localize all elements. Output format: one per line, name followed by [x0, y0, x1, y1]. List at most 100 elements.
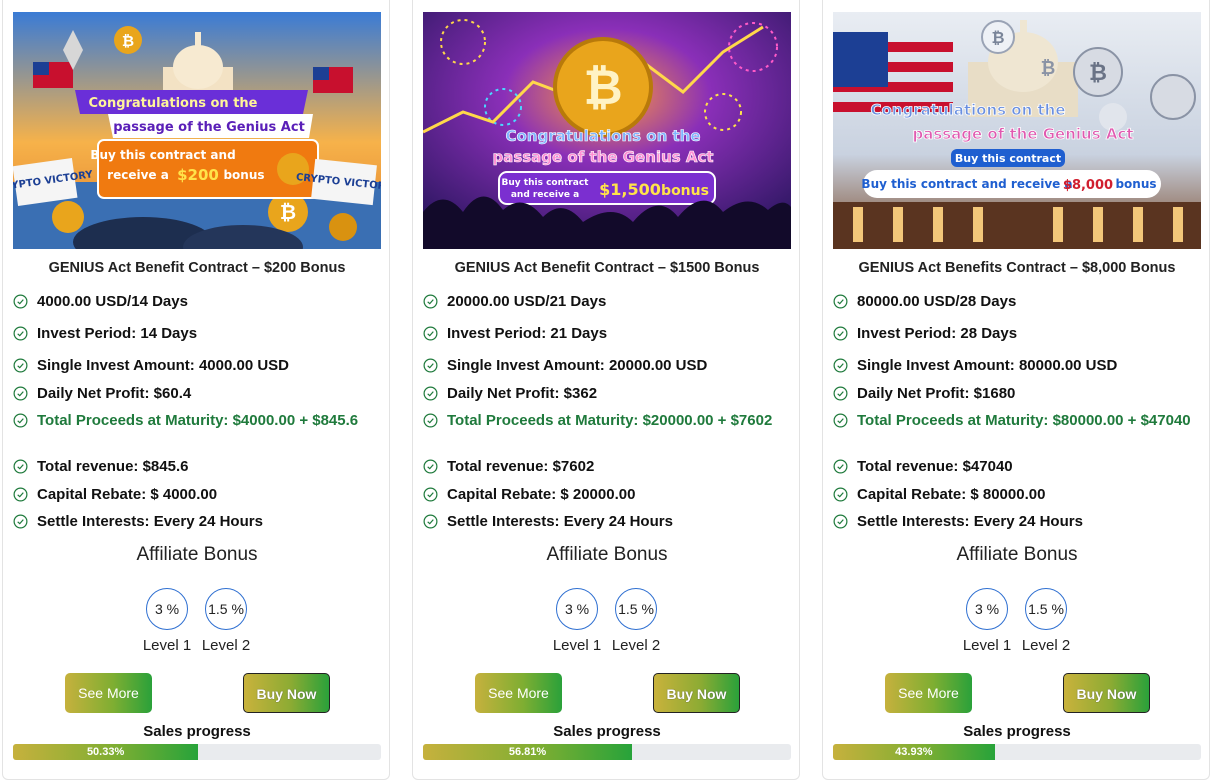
- banner-offer-line1: Buy this contract and: [90, 148, 235, 162]
- buy-now-button[interactable]: Buy Now: [1063, 673, 1150, 713]
- see-more-button[interactable]: See More: [65, 673, 152, 713]
- contract-card: ₿ ₿ Congratulations on the passage of th…: [2, 0, 390, 780]
- feature-item: Total revenue: $845.6: [13, 457, 373, 476]
- banner-offer-line2: and receive a: [511, 190, 579, 200]
- sales-progress-fill: 43.93%: [833, 744, 995, 760]
- svg-text:₿: ₿: [122, 32, 134, 50]
- svg-text:₿: ₿: [280, 200, 296, 224]
- feature-item: Total revenue: $47040: [833, 457, 1193, 476]
- banner-headline-line1: Congratulations on the: [505, 127, 700, 145]
- banner-headline-line1: Congratulations on the: [88, 96, 257, 111]
- check-circle-icon: [423, 386, 438, 401]
- check-circle-icon: [13, 413, 28, 428]
- feature-text: Capital Rebate: $ 80000.00: [857, 486, 1046, 503]
- check-circle-icon: [423, 413, 438, 428]
- check-circle-icon: [833, 413, 848, 428]
- feature-text: Capital Rebate: $ 20000.00: [447, 486, 636, 503]
- feature-item: 80000.00 USD/28 Days: [833, 292, 1193, 311]
- buy-now-button[interactable]: Buy Now: [653, 673, 740, 713]
- banner-offer-line2: receive a: [107, 168, 169, 182]
- feature-item: Capital Rebate: $ 80000.00: [833, 485, 1193, 504]
- contract-title: GENIUS Act Benefits Contract – $8,000 Bo…: [858, 260, 1176, 276]
- contract-cards: ₿ ₿ Congratulations on the passage of th…: [0, 0, 1210, 780]
- feature-text: 4000.00 USD/14 Days: [37, 293, 188, 310]
- contract-banner-image[interactable]: ₿ ₿ Congratulations on the passage of th…: [13, 12, 381, 249]
- feature-text: Capital Rebate: $ 4000.00: [37, 486, 218, 503]
- feature-item: Settle Interests: Every 24 Hours: [423, 512, 783, 531]
- sales-progress-bar: 56.81%: [423, 744, 791, 760]
- feature-text: Total Proceeds at Maturity: $20000.00 + …: [447, 412, 773, 429]
- feature-text: Invest Period: 21 Days: [447, 325, 608, 342]
- feature-item: Single Invest Amount: 20000.00 USD: [423, 356, 783, 375]
- level-1-label: Level 1: [552, 637, 602, 654]
- feature-text: Invest Period: 28 Days: [857, 325, 1018, 342]
- level-2-label: Level 2: [1021, 637, 1071, 654]
- check-circle-icon: [423, 294, 438, 309]
- sales-progress-bar: 43.93%: [833, 744, 1201, 760]
- feature-text: Daily Net Profit: $1680: [857, 385, 1016, 402]
- banner-illustration: ₿ Congratulations on the passage of the …: [423, 12, 791, 249]
- feature-item: Daily Net Profit: $362: [423, 384, 783, 403]
- contract-banner-image[interactable]: ₿ Congratulations on the passage of the …: [423, 12, 791, 249]
- see-more-button[interactable]: See More: [475, 673, 562, 713]
- check-circle-icon: [833, 487, 848, 502]
- banner-bonus-amount: $200: [177, 166, 219, 184]
- contract-card: ₿ Congratulations on the passage of the …: [412, 0, 800, 780]
- svg-text:₿: ₿: [1041, 58, 1056, 79]
- banner-headline-line2: passage of the Genius Act: [912, 125, 1133, 143]
- feature-item: Daily Net Profit: $1680: [833, 384, 1193, 403]
- buy-now-button[interactable]: Buy Now: [243, 673, 330, 713]
- feature-item: 20000.00 USD/21 Days: [423, 292, 783, 311]
- level-1-rate: 3 %: [146, 588, 188, 630]
- contract-title: GENIUS Act Benefit Contract – $200 Bonus: [48, 260, 346, 276]
- feature-text: Settle Interests: Every 24 Hours: [37, 513, 263, 530]
- check-circle-icon: [833, 514, 848, 529]
- feature-item: 4000.00 USD/14 Days: [13, 292, 373, 311]
- check-circle-icon: [833, 459, 848, 474]
- feature-text: Settle Interests: Every 24 Hours: [857, 513, 1083, 530]
- level-2-label: Level 2: [201, 637, 251, 654]
- banner-illustration: ₿ ₿ Congratulations on the passage of th…: [13, 12, 381, 249]
- contract-card: ₿ ₿ ₿ Congratulations on the passage of …: [822, 0, 1210, 780]
- sales-progress-fill: 56.81%: [423, 744, 633, 760]
- feature-item: Invest Period: 21 Days: [423, 324, 783, 343]
- affiliate-bonus-title: Affiliate Bonus: [136, 544, 258, 565]
- feature-item: Settle Interests: Every 24 Hours: [833, 512, 1193, 531]
- check-circle-icon: [833, 386, 848, 401]
- check-circle-icon: [13, 459, 28, 474]
- feature-text: Single Invest Amount: 4000.00 USD: [37, 357, 290, 374]
- check-circle-icon: [423, 326, 438, 341]
- contract-title: GENIUS Act Benefit Contract – $1500 Bonu…: [454, 260, 760, 276]
- level-2-rate: 1.5 %: [615, 588, 657, 630]
- banner-bonus-word: bonus: [661, 183, 709, 199]
- feature-item: Invest Period: 28 Days: [833, 324, 1193, 343]
- feature-item: Capital Rebate: $ 4000.00: [13, 485, 373, 504]
- banner-bonus-amount: $1,500: [599, 180, 661, 199]
- feature-text: Daily Net Profit: $362: [447, 385, 598, 402]
- check-circle-icon: [13, 326, 28, 341]
- level-1-label: Level 1: [142, 637, 192, 654]
- feature-text: Single Invest Amount: 80000.00 USD: [857, 357, 1118, 374]
- check-circle-icon: [833, 326, 848, 341]
- feature-text: 20000.00 USD/21 Days: [447, 293, 607, 310]
- level-1-rate: 3 %: [556, 588, 598, 630]
- check-circle-icon: [423, 487, 438, 502]
- svg-text:₿: ₿: [991, 28, 1004, 47]
- check-circle-icon: [13, 294, 28, 309]
- banner-headline-line2: passage of the Genius Act: [492, 148, 713, 166]
- banner-bonus-amount: $8,000: [1063, 178, 1113, 193]
- feature-item: Total Proceeds at Maturity: $80000.00 + …: [833, 411, 1193, 430]
- bitcoin-coin-icon: [52, 201, 84, 233]
- level-1-label: Level 1: [962, 637, 1012, 654]
- level-2-rate: 1.5 %: [205, 588, 247, 630]
- banner-offer-line1: Buy this contract: [502, 178, 590, 188]
- feature-item: Daily Net Profit: $60.4: [13, 384, 373, 403]
- see-more-button[interactable]: See More: [885, 673, 972, 713]
- check-circle-icon: [13, 386, 28, 401]
- feature-item: Total Proceeds at Maturity: $20000.00 + …: [423, 411, 783, 430]
- check-circle-icon: [833, 294, 848, 309]
- check-circle-icon: [13, 514, 28, 529]
- banner-bonus-word: bonus: [223, 168, 264, 182]
- feature-item: Capital Rebate: $ 20000.00: [423, 485, 783, 504]
- contract-banner-image[interactable]: ₿ ₿ ₿ Congratulations on the passage of …: [833, 12, 1201, 249]
